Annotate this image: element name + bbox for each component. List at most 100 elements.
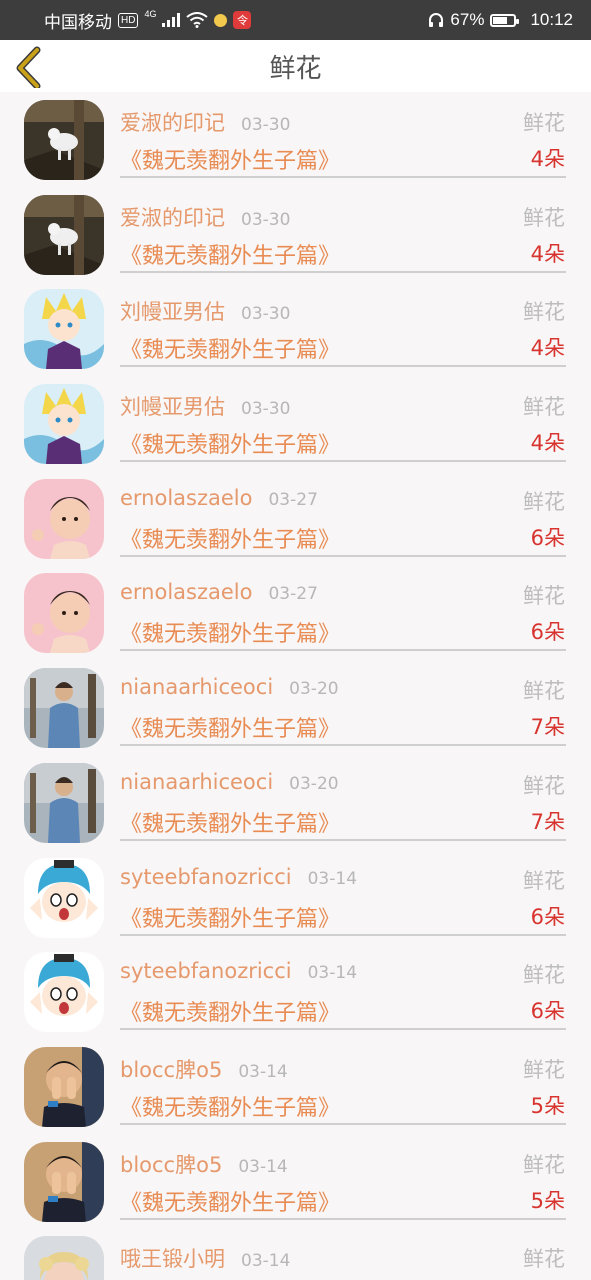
username-label: nianaarhiceoci bbox=[120, 675, 274, 700]
list-item[interactable]: blocc脾o5 03-14 鲜花 《魏无羡翻外生子篇》 5朵 bbox=[0, 1134, 591, 1229]
avatar-toddler-pink[interactable] bbox=[24, 573, 104, 654]
gift-type-label: 鲜花 bbox=[523, 111, 565, 135]
username-label: 爱淑的印记 bbox=[120, 205, 225, 230]
gift-type-label: 鲜花 bbox=[523, 1247, 565, 1272]
book-title[interactable]: 《魏无羡翻外生子篇》 bbox=[120, 332, 340, 364]
gift-type-label: 鲜花 bbox=[523, 205, 565, 230]
avatar-blonde-girl[interactable] bbox=[24, 1236, 104, 1280]
date-label: 03-14 bbox=[307, 963, 358, 984]
anime-blond-avatar-image bbox=[24, 289, 104, 370]
avatar-toddler-pink[interactable] bbox=[24, 478, 104, 559]
book-title[interactable]: 《魏无羡翻外生子篇》 bbox=[120, 901, 340, 933]
signal-icon bbox=[162, 13, 181, 27]
anime-blond-avatar-image bbox=[24, 384, 104, 465]
book-title[interactable]: 《魏无羡翻外生子篇》 bbox=[120, 616, 340, 648]
list-item[interactable]: ernolaszaelo 03-27 鲜花 《魏无羡翻外生子篇》 6朵 bbox=[0, 471, 591, 566]
list-item[interactable]: nianaarhiceoci 03-20 鲜花 《魏无羡翻外生子篇》 7朵 bbox=[0, 755, 591, 850]
list-item[interactable]: syteebfanozricci 03-14 鲜花 《魏无羡翻外生子篇》 6朵 bbox=[0, 944, 591, 1039]
gift-type-label: 鲜花 bbox=[523, 300, 565, 325]
gift-type-label: 鲜花 bbox=[523, 679, 565, 704]
username-label: blocc脾o5 bbox=[120, 1152, 223, 1177]
avatar-anime-blond[interactable] bbox=[24, 384, 104, 465]
book-title[interactable]: 《魏无羡翻外生子篇》 bbox=[120, 711, 340, 743]
gift-count: 4朵 bbox=[530, 336, 565, 361]
date-label: 03-14 bbox=[307, 868, 358, 889]
avatar-anime-blond[interactable] bbox=[24, 289, 104, 370]
divider bbox=[120, 554, 566, 557]
gift-count: 5朵 bbox=[530, 1093, 565, 1118]
avatar-kid-covering-face[interactable] bbox=[24, 1141, 104, 1222]
date-label: 03-20 bbox=[289, 679, 339, 700]
gift-count: 4朵 bbox=[530, 241, 565, 266]
book-title[interactable]: 《魏无羡翻外生子篇》 bbox=[120, 806, 340, 838]
username-label: syteebfanozricci bbox=[120, 864, 292, 889]
battery-icon bbox=[490, 13, 520, 27]
battery-fill bbox=[493, 16, 507, 24]
book-title[interactable]: 《魏无羡翻外生子篇》 bbox=[120, 522, 340, 554]
avatar-man-outdoors[interactable] bbox=[24, 762, 104, 843]
status-left: 中国移动 HD 4G 令 bbox=[44, 0, 252, 40]
list-item[interactable]: 刘幔亚男估 03-30 鲜花 《魏无羡翻外生子篇》 4朵 bbox=[0, 376, 591, 471]
username: 爱淑的印记 03-30 bbox=[120, 202, 290, 232]
username-label: 爱淑的印记 bbox=[120, 111, 225, 135]
date-label: 03-14 bbox=[241, 1251, 291, 1272]
username-label: syteebfanozricci bbox=[120, 959, 292, 984]
gift-type-label: 鲜花 bbox=[523, 1057, 565, 1082]
avatar-goat-cliff[interactable] bbox=[24, 100, 104, 180]
date-label: 03-30 bbox=[241, 304, 291, 325]
toddler-pink-avatar-image bbox=[24, 478, 104, 559]
gift-type-label: 鲜花 bbox=[523, 395, 565, 420]
list-item[interactable]: blocc脾o5 03-14 鲜花 《魏无羡翻外生子篇》 5朵 bbox=[0, 1039, 591, 1134]
list-item[interactable]: nianaarhiceoci 03-20 鲜花 《魏无羡翻外生子篇》 7朵 bbox=[0, 660, 591, 755]
divider bbox=[120, 270, 566, 273]
list-item[interactable]: syteebfanozricci 03-14 鲜花 《魏无羡翻外生子篇》 6朵 bbox=[0, 850, 591, 945]
gift-count: 5朵 bbox=[530, 1188, 565, 1213]
book-title[interactable]: 《魏无羡翻外生子篇》 bbox=[120, 1090, 340, 1122]
username: 刘幔亚男估 03-30 bbox=[120, 296, 290, 326]
avatar-kid-covering-face[interactable] bbox=[24, 1046, 104, 1127]
divider bbox=[120, 649, 566, 652]
username-label: 刘幔亚男估 bbox=[120, 300, 225, 325]
kid-covering-face-avatar-image bbox=[24, 1141, 104, 1222]
cartoon-blue-hair-avatar-image bbox=[24, 857, 104, 938]
man-outdoors-avatar-image bbox=[24, 668, 104, 749]
avatar-cartoon-blue-hair[interactable] bbox=[24, 857, 104, 938]
gift-type-label: 鲜花 bbox=[523, 584, 565, 609]
avatar-cartoon-blue-hair[interactable] bbox=[24, 952, 104, 1033]
list-item[interactable]: 爱淑的印记 03-30 鲜花 《魏无羡翻外生子篇》 4朵 bbox=[0, 187, 591, 282]
clock: 10:12 bbox=[530, 10, 573, 29]
book-title[interactable]: 《魏无羡翻外生子篇》 bbox=[120, 427, 340, 459]
username: nianaarhiceoci 03-20 bbox=[120, 770, 339, 794]
divider bbox=[120, 365, 566, 368]
avatar-man-outdoors[interactable] bbox=[24, 668, 104, 749]
list-item[interactable]: 刘幔亚男估 03-30 鲜花 《魏无羡翻外生子篇》 4朵 bbox=[0, 281, 591, 376]
divider bbox=[120, 1028, 566, 1031]
avatar-goat-cliff[interactable] bbox=[24, 194, 104, 275]
gift-type-label: 鲜花 bbox=[523, 1152, 565, 1177]
book-title[interactable]: 《魏无羡翻外生子篇》 bbox=[120, 143, 340, 175]
book-title[interactable]: 《魏无羡翻外生子篇》 bbox=[120, 238, 340, 270]
list-item[interactable]: ernolaszaelo 03-27 鲜花 《魏无羡翻外生子篇》 6朵 bbox=[0, 565, 591, 660]
date-label: 03-30 bbox=[241, 115, 291, 135]
divider bbox=[120, 933, 566, 936]
username-label: ernolaszaelo bbox=[120, 580, 253, 605]
username: syteebfanozricci 03-14 bbox=[120, 959, 357, 983]
username: nianaarhiceoci 03-20 bbox=[120, 675, 339, 699]
gift-count: 7朵 bbox=[530, 809, 565, 834]
gift-type-label: 鲜花 bbox=[523, 773, 565, 798]
gift-list[interactable]: 爱淑的印记 03-30 鲜花 《魏无羡翻外生子篇》 4朵 爱淑的印记 03-30 鲜… bbox=[0, 92, 591, 1280]
gift-count: 6朵 bbox=[530, 904, 565, 929]
date-label: 03-30 bbox=[241, 209, 291, 230]
hd-badge: HD bbox=[118, 12, 139, 28]
goat-cliff-avatar-image bbox=[24, 100, 104, 180]
book-title[interactable]: 《魏无羡翻外生子篇》 bbox=[120, 995, 340, 1027]
gift-count: 6朵 bbox=[530, 999, 565, 1024]
nav-bar: 鲜花 bbox=[0, 40, 591, 92]
list-item[interactable]: 哦王锻小明 03-14 鲜花 bbox=[0, 1228, 591, 1280]
book-title[interactable]: 《魏无羡翻外生子篇》 bbox=[120, 1185, 340, 1217]
date-label: 03-30 bbox=[241, 399, 291, 420]
kid-covering-face-avatar-image bbox=[24, 1046, 104, 1127]
divider bbox=[120, 744, 566, 747]
divider bbox=[120, 1217, 566, 1220]
list-item[interactable]: 爱淑的印记 03-30 鲜花 《魏无羡翻外生子篇》 4朵 bbox=[0, 92, 591, 187]
